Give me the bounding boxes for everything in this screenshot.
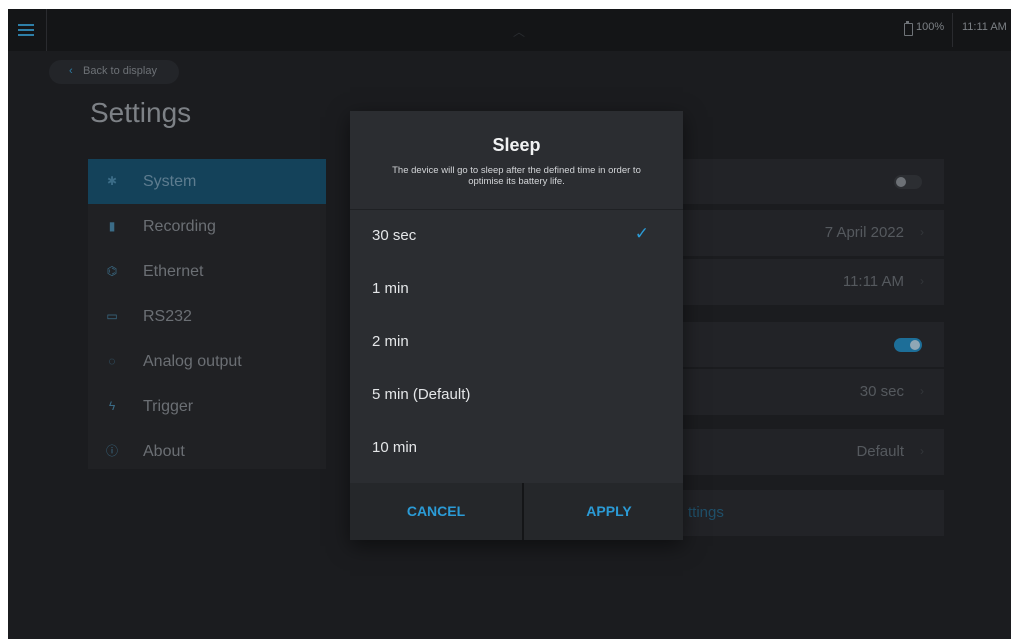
- sleep-option[interactable]: 5 min (Default): [350, 370, 683, 422]
- cancel-button[interactable]: CANCEL: [353, 483, 519, 540]
- sleep-dialog: Sleep The device will go to sleep after …: [350, 111, 683, 540]
- sleep-option[interactable]: 2 min: [350, 317, 683, 369]
- dialog-description: The device will go to sleep after the de…: [392, 165, 641, 187]
- divider: [350, 209, 683, 210]
- checkmark-icon: ✓: [634, 224, 649, 243]
- sleep-option[interactable]: 1 min: [350, 264, 683, 316]
- apply-button[interactable]: APPLY: [526, 483, 692, 540]
- button-divider: [522, 483, 524, 540]
- dialog-title: Sleep: [492, 135, 541, 155]
- sleep-option[interactable]: 10 min: [350, 423, 683, 475]
- device-screen: ︿ 100% 11:11 AM ‹ Back to display Settin…: [8, 9, 1011, 639]
- sleep-option[interactable]: 30 sec ✓: [350, 211, 683, 263]
- dialog-footer: CANCEL APPLY: [350, 483, 683, 540]
